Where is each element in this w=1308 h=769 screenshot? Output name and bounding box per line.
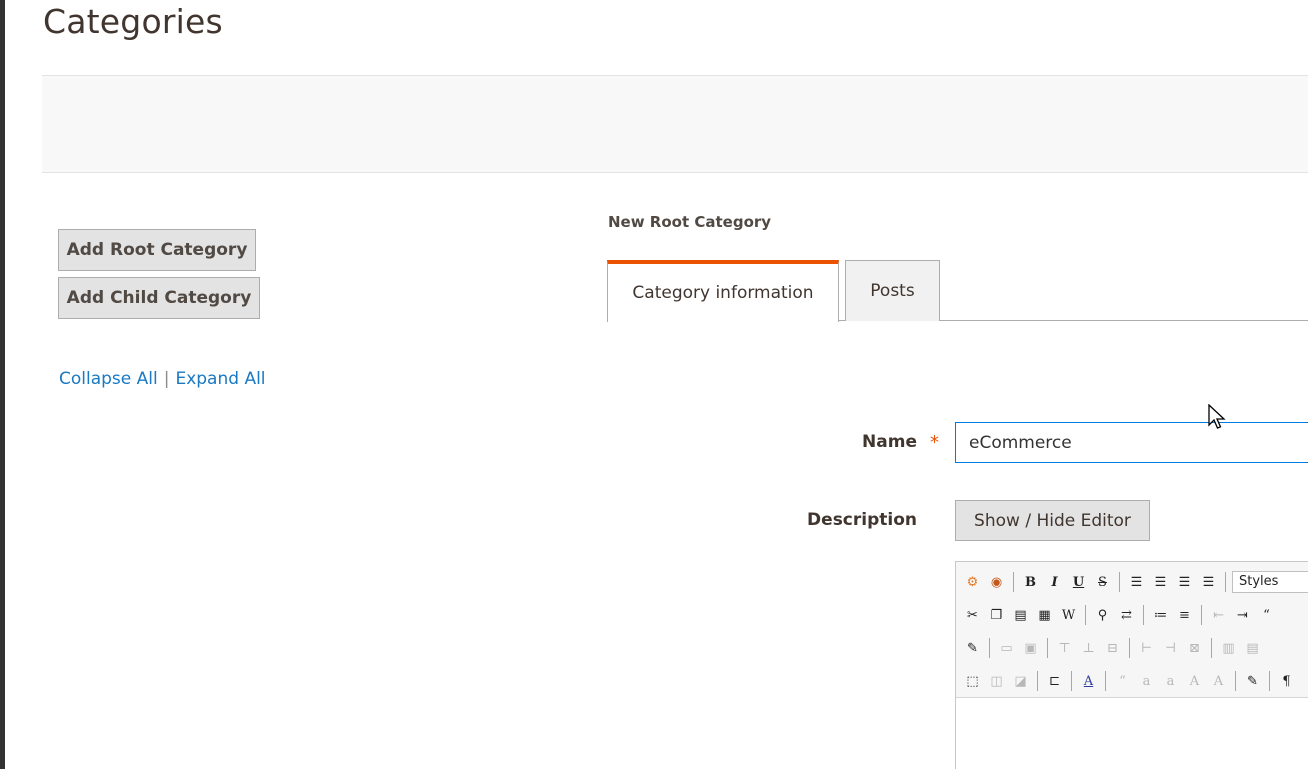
strikethrough-icon[interactable]: S xyxy=(1092,572,1113,593)
magento-widget-icon[interactable]: ⚙ xyxy=(962,572,983,593)
align-right-icon[interactable]: ☰ xyxy=(1174,572,1195,593)
align-center-icon[interactable]: ☰ xyxy=(1150,572,1171,593)
blockquote-icon[interactable]: “ xyxy=(1256,605,1277,626)
show-hide-editor-button[interactable]: Show / Hide Editor xyxy=(955,500,1150,541)
toolbar-separator xyxy=(989,638,990,658)
toolbar-separator xyxy=(1269,671,1270,691)
toolbar-separator xyxy=(1143,605,1144,625)
delete-col-icon[interactable]: ⊠ xyxy=(1184,638,1205,659)
name-input[interactable] xyxy=(955,422,1308,463)
abbr-icon[interactable]: a xyxy=(1136,671,1157,692)
window-edge xyxy=(0,0,5,769)
description-label: Description xyxy=(807,510,917,530)
add-root-category-button[interactable]: Add Root Category xyxy=(58,229,256,271)
toolbar-separator xyxy=(1235,671,1236,691)
move-forward-icon[interactable]: ◫ xyxy=(986,671,1007,692)
indent-icon[interactable]: ⇥ xyxy=(1232,605,1253,626)
expand-all-link[interactable]: Expand All xyxy=(175,369,265,389)
toolbar-separator xyxy=(1119,572,1120,592)
edit-table-icon[interactable]: ✎ xyxy=(962,638,983,659)
wysiwyg-editor: ⚙ ◉ B I U S ☰ ☰ ☰ ☰ Styles ✂ ❐ ▤ ▦ W ⚲ ⇄ ≔ ≡ ⇤ ⇥ “ ✎ ▭ ▣ ⊤ ⊥ ⊟ ⊢ ⊣ ⊠ ▥… xyxy=(955,561,1308,769)
ins-icon[interactable]: A xyxy=(1208,671,1229,692)
italic-icon[interactable]: I xyxy=(1044,572,1065,593)
editor-toolbar: ⚙ ◉ B I U S ☰ ☰ ☰ ☰ Styles ✂ ❐ ▤ ▦ W ⚲ ⇄ ≔ ≡ ⇤ ⇥ “ ✎ ▭ ▣ ⊤ ⊥ ⊟ ⊢ ⊣ ⊠ ▥… xyxy=(956,562,1308,698)
insert-row-before-icon[interactable]: ⊤ xyxy=(1054,638,1075,659)
toolbar-separator xyxy=(1085,605,1086,625)
copy-icon[interactable]: ❐ xyxy=(986,605,1007,626)
styleprops-icon[interactable]: A xyxy=(1078,671,1099,692)
replace-icon[interactable]: ⇄ xyxy=(1116,605,1137,626)
name-label: Name xyxy=(862,432,917,452)
visual-aid-icon[interactable]: ⬚ xyxy=(962,671,983,692)
page-title: Categories xyxy=(43,2,223,41)
del-icon[interactable]: A xyxy=(1184,671,1205,692)
page-actions-bar xyxy=(42,75,1308,173)
acronym-icon[interactable]: a xyxy=(1160,671,1181,692)
form-section-title: New Root Category xyxy=(608,213,772,231)
tree-controls: Collapse All | Expand All xyxy=(59,369,266,389)
bold-icon[interactable]: B xyxy=(1020,572,1041,593)
toolbar-row-3: ✎ ▭ ▣ ⊤ ⊥ ⊟ ⊢ ⊣ ⊠ ▥ ▤ xyxy=(962,634,1263,662)
toolbar-separator xyxy=(1037,671,1038,691)
outdent-icon[interactable]: ⇤ xyxy=(1208,605,1229,626)
align-left-icon[interactable]: ☰ xyxy=(1126,572,1147,593)
absolute-icon[interactable]: ⊏ xyxy=(1044,671,1065,692)
align-justify-icon[interactable]: ☰ xyxy=(1198,572,1219,593)
toolbar-row-1: ⚙ ◉ B I U S ☰ ☰ ☰ ☰ Styles xyxy=(962,568,1308,596)
cite-icon[interactable]: “ xyxy=(1112,671,1133,692)
insert-col-after-icon[interactable]: ⊣ xyxy=(1160,638,1181,659)
insert-col-before-icon[interactable]: ⊢ xyxy=(1136,638,1157,659)
row-props-icon[interactable]: ▭ xyxy=(996,638,1017,659)
underline-icon[interactable]: U xyxy=(1068,572,1089,593)
insert-image-icon[interactable]: ◉ xyxy=(986,572,1007,593)
toolbar-separator xyxy=(1129,638,1130,658)
delete-row-icon[interactable]: ⊟ xyxy=(1102,638,1123,659)
required-indicator: * xyxy=(930,432,939,453)
tree-links-separator: | xyxy=(163,369,170,389)
tab-posts[interactable]: Posts xyxy=(845,260,940,321)
toolbar-separator xyxy=(1013,572,1014,592)
toolbar-row-2: ✂ ❐ ▤ ▦ W ⚲ ⇄ ≔ ≡ ⇤ ⇥ “ xyxy=(962,601,1277,629)
numbered-list-icon[interactable]: ≡ xyxy=(1174,605,1195,626)
paragraph-icon[interactable]: ¶ xyxy=(1276,671,1297,692)
toolbar-separator xyxy=(1201,605,1202,625)
toolbar-row-4: ⬚ ◫ ◪ ⊏ A “a a A A ✎ ¶ xyxy=(962,667,1297,695)
cut-icon[interactable]: ✂ xyxy=(962,605,983,626)
paste-icon[interactable]: ▤ xyxy=(1010,605,1031,626)
mouse-cursor-icon xyxy=(1208,404,1226,429)
attributes-icon[interactable]: ✎ xyxy=(1242,671,1263,692)
toolbar-separator xyxy=(1047,638,1048,658)
collapse-all-link[interactable]: Collapse All xyxy=(59,369,158,389)
paste-text-icon[interactable]: ▦ xyxy=(1034,605,1055,626)
toolbar-separator xyxy=(1211,638,1212,658)
tab-category-information[interactable]: Category information xyxy=(607,260,839,322)
merge-cells-icon[interactable]: ▤ xyxy=(1242,638,1263,659)
find-icon[interactable]: ⚲ xyxy=(1092,605,1113,626)
add-child-category-button[interactable]: Add Child Category xyxy=(58,277,260,319)
insert-row-after-icon[interactable]: ⊥ xyxy=(1078,638,1099,659)
move-backward-icon[interactable]: ◪ xyxy=(1010,671,1031,692)
paste-word-icon[interactable]: W xyxy=(1058,605,1079,626)
split-cells-icon[interactable]: ▥ xyxy=(1218,638,1239,659)
cell-props-icon[interactable]: ▣ xyxy=(1020,638,1041,659)
styles-select[interactable]: Styles xyxy=(1232,571,1308,593)
toolbar-separator xyxy=(1071,671,1072,691)
toolbar-separator xyxy=(1105,671,1106,691)
bullet-list-icon[interactable]: ≔ xyxy=(1150,605,1171,626)
toolbar-separator xyxy=(1225,572,1226,592)
